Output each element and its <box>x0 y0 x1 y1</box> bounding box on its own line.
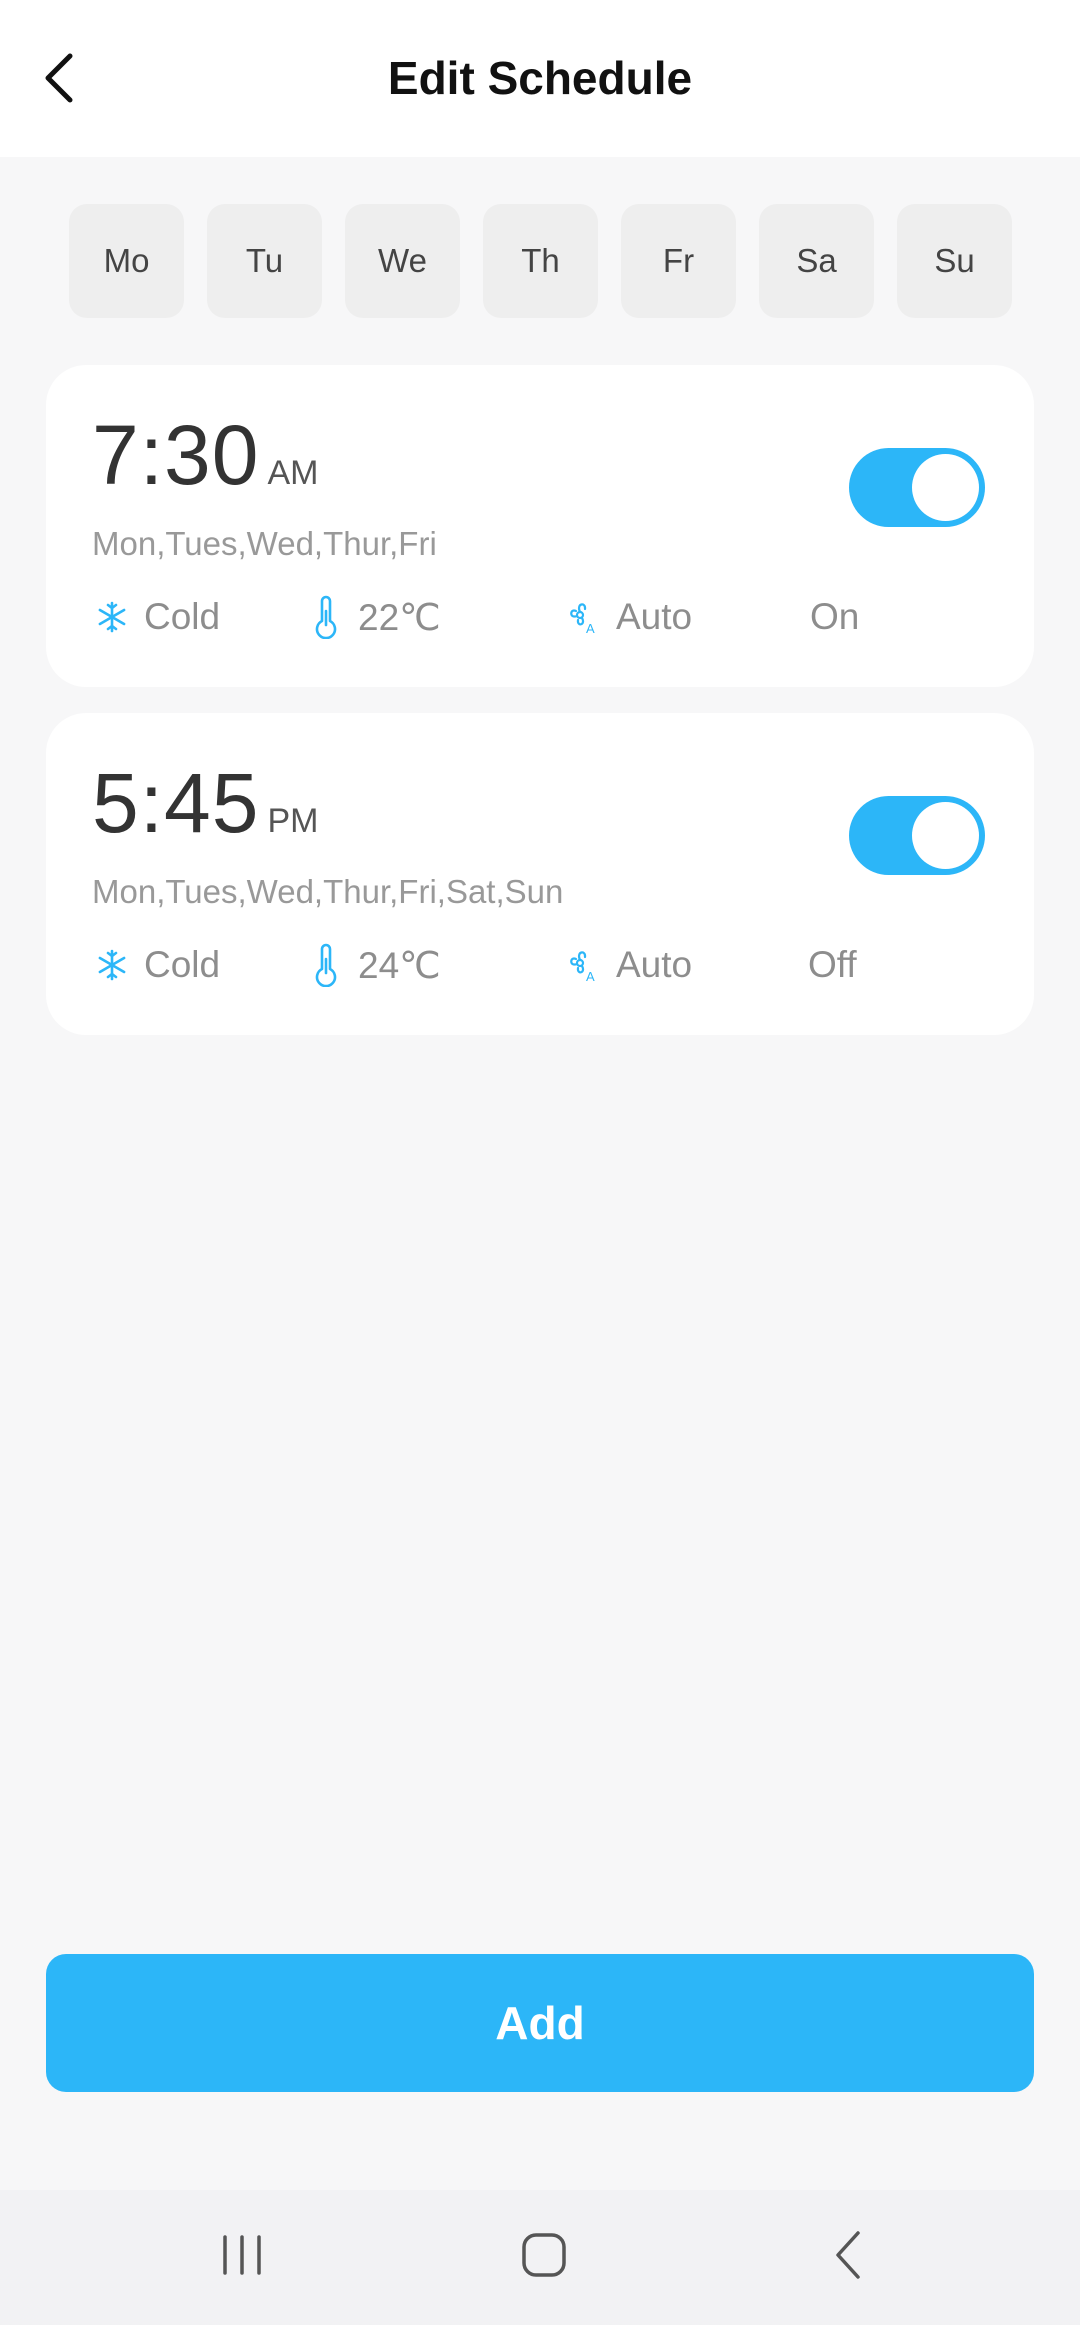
fan-detail: A Auto <box>564 593 692 641</box>
schedule-time: 5:45 <box>92 756 260 850</box>
day-chip-tuesday[interactable]: Tu <box>207 204 322 318</box>
power-label: On <box>810 596 860 637</box>
fan-label: Auto <box>616 596 693 637</box>
schedule-toggle[interactable] <box>849 448 985 527</box>
temperature-detail: 22℃ <box>306 593 441 641</box>
schedule-toggle[interactable] <box>849 796 985 875</box>
mode-label: Cold <box>144 944 221 985</box>
app-header: Edit Schedule <box>0 0 1080 157</box>
schedule-time: 7:30 <box>92 408 260 502</box>
home-icon <box>522 2233 566 2277</box>
svg-text:A: A <box>586 969 595 983</box>
schedule-time-row: 7:30 AM <box>92 413 319 497</box>
fan-label: Auto <box>616 944 693 985</box>
schedule-days: Mon,Tues,Wed,Thur,Fri <box>92 525 437 562</box>
system-back-button[interactable] <box>803 2220 893 2290</box>
schedule-details: Cold 24℃ A Auto Off <box>92 941 992 989</box>
schedule-period: PM <box>267 802 319 840</box>
svg-text:A: A <box>586 621 595 635</box>
schedule-card[interactable]: 7:30 AM Mon,Tues,Wed,Thur,Fri Cold 22℃ A… <box>46 365 1034 687</box>
recent-apps-icon <box>223 2235 261 2275</box>
power-detail: Off <box>808 941 857 989</box>
power-label: Off <box>808 944 857 985</box>
schedule-time-row: 5:45 PM <box>92 761 319 845</box>
page-title: Edit Schedule <box>387 52 693 104</box>
temperature-label: 24℃ <box>358 944 441 986</box>
schedule-card[interactable]: 5:45 PM Mon,Tues,Wed,Thur,Fri,Sat,Sun Co… <box>46 713 1034 1035</box>
day-chip-sunday[interactable]: Su <box>897 204 1012 318</box>
schedule-details: Cold 22℃ A Auto On <box>92 593 992 641</box>
back-icon <box>836 2231 860 2279</box>
system-nav-bar <box>0 2190 1080 2325</box>
toggle-knob <box>912 454 979 521</box>
mode-detail: Cold <box>92 941 220 989</box>
day-chip-monday[interactable]: Mo <box>69 204 184 318</box>
temperature-label: 22℃ <box>358 596 441 638</box>
temperature-detail: 24℃ <box>306 941 441 989</box>
power-detail: On <box>810 593 859 641</box>
fan-auto-icon: A <box>564 593 604 641</box>
day-chip-friday[interactable]: Fr <box>621 204 736 318</box>
add-button[interactable]: Add <box>46 1954 1034 2092</box>
thermometer-icon <box>306 593 346 641</box>
snowflake-icon <box>92 941 132 989</box>
fan-detail: A Auto <box>564 941 692 989</box>
schedule-period: AM <box>267 454 319 492</box>
toggle-knob <box>912 802 979 869</box>
day-selector: Mo Tu We Th Fr Sa Su <box>69 204 1012 318</box>
mode-detail: Cold <box>92 593 220 641</box>
home-button[interactable] <box>499 2220 589 2290</box>
day-chip-saturday[interactable]: Sa <box>759 204 874 318</box>
day-chip-wednesday[interactable]: We <box>345 204 460 318</box>
schedule-days: Mon,Tues,Wed,Thur,Fri,Sat,Sun <box>92 873 564 910</box>
snowflake-icon <box>92 593 132 641</box>
fan-auto-icon: A <box>564 941 604 989</box>
day-chip-thursday[interactable]: Th <box>483 204 598 318</box>
thermometer-icon <box>306 941 346 989</box>
recent-apps-button[interactable] <box>197 2220 287 2290</box>
mode-label: Cold <box>144 596 221 637</box>
